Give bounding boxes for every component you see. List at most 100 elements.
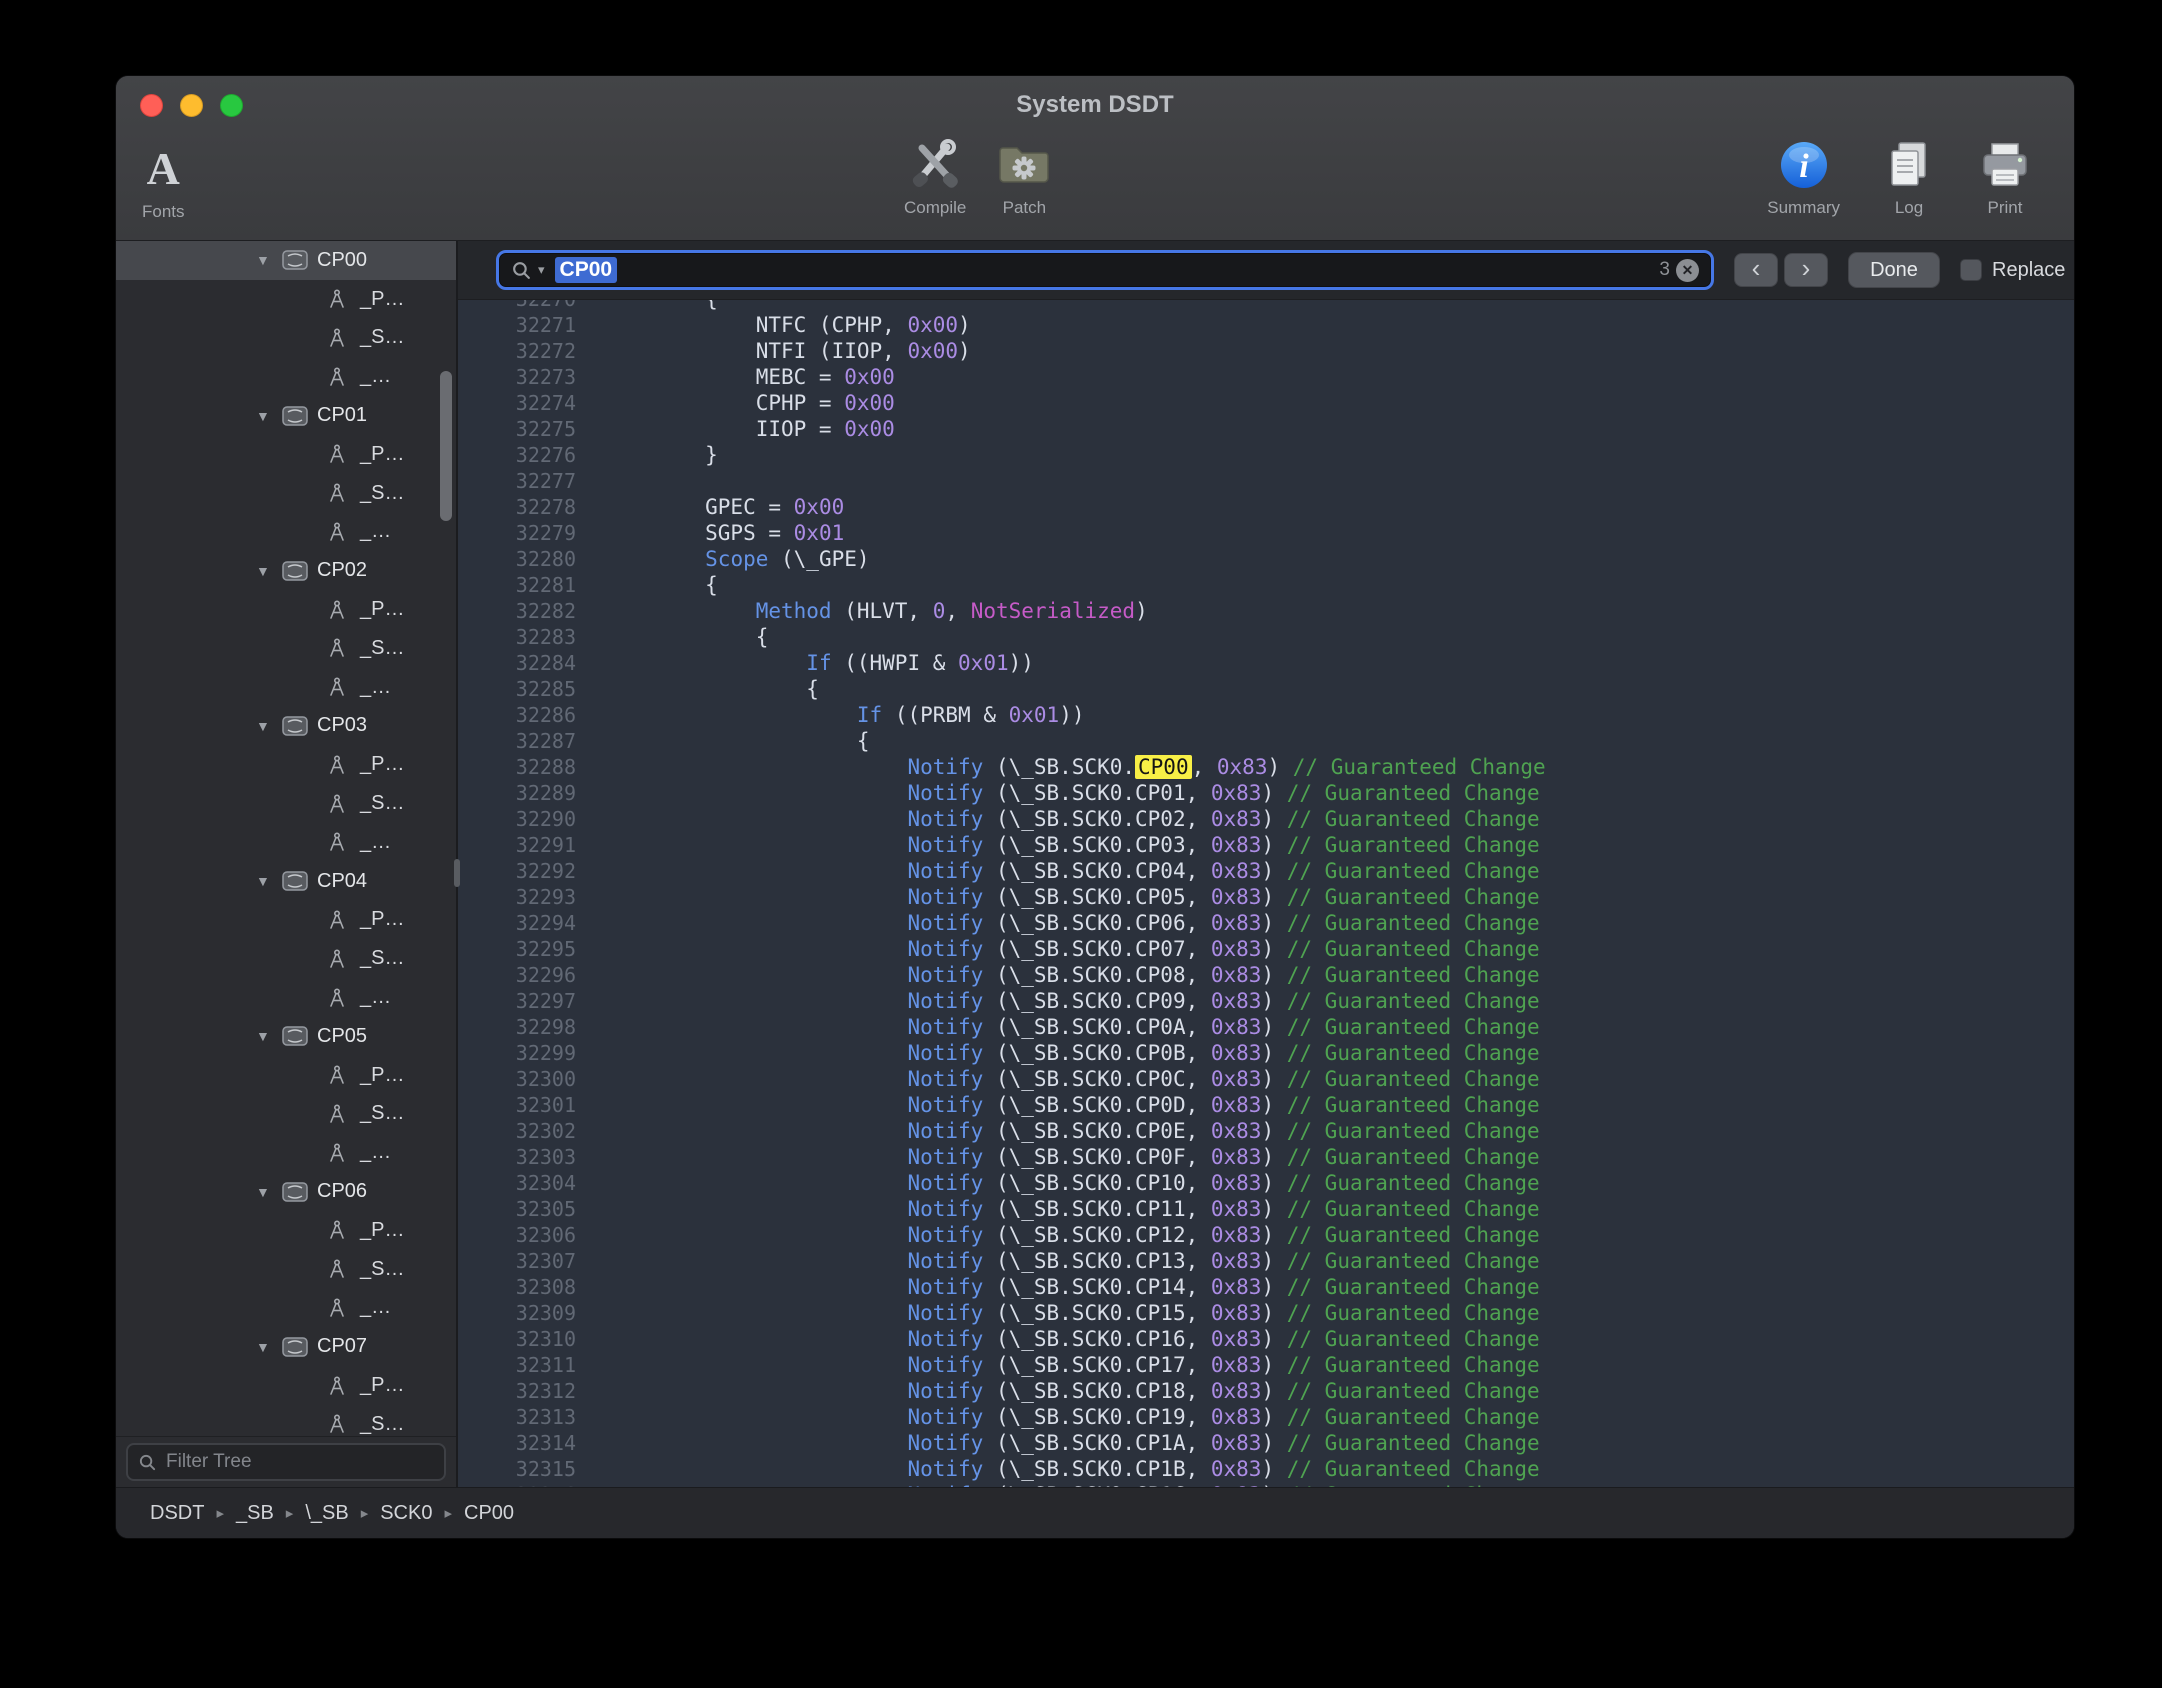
next-match-button[interactable]: › (1784, 253, 1828, 287)
filter-tree-input[interactable]: Filter Tree (126, 1443, 446, 1481)
code-line[interactable]: 32296 Notify (\_SB.SCK0.CP08, 0x83) // G… (458, 962, 2074, 988)
search-input[interactable]: ▾ CP00 3 ✕ (496, 250, 1714, 290)
tree-item-cp04[interactable]: ▼CP04 (116, 862, 456, 901)
code-line[interactable]: 32275 IIOP = 0x00 (458, 416, 2074, 442)
code-line[interactable]: 32276 } (458, 442, 2074, 468)
code-editor[interactable]: 32270 {32271 NTFC (CPHP, 0x00)32272 NTFI… (458, 300, 2074, 1487)
code-line[interactable]: 32301 Notify (\_SB.SCK0.CP0D, 0x83) // G… (458, 1092, 2074, 1118)
code-line[interactable]: 32285 { (458, 676, 2074, 702)
code-line[interactable]: 32277 (458, 468, 2074, 494)
tree-item-cp03[interactable]: ▼CP03 (116, 707, 456, 746)
code-line[interactable]: 32310 Notify (\_SB.SCK0.CP16, 0x83) // G… (458, 1326, 2074, 1352)
tree-child-item[interactable]: _S… (116, 319, 456, 358)
tree-child-item[interactable]: _P… (116, 280, 456, 319)
code-line[interactable]: 32304 Notify (\_SB.SCK0.CP10, 0x83) // G… (458, 1170, 2074, 1196)
code-line[interactable]: 32300 Notify (\_SB.SCK0.CP0C, 0x83) // G… (458, 1066, 2074, 1092)
code-line[interactable]: 32293 Notify (\_SB.SCK0.CP05, 0x83) // G… (458, 884, 2074, 910)
tree-child-item[interactable]: _… (116, 668, 456, 707)
tree-child-item[interactable]: _… (116, 823, 456, 862)
tree-child-item[interactable]: _… (116, 1289, 456, 1328)
clear-search-icon[interactable]: ✕ (1676, 259, 1699, 282)
tree-child-item[interactable]: _S… (116, 1250, 456, 1289)
code-line[interactable]: 32281 { (458, 572, 2074, 598)
code-line[interactable]: 32308 Notify (\_SB.SCK0.CP14, 0x83) // G… (458, 1274, 2074, 1300)
search-menu-caret-icon[interactable]: ▾ (538, 262, 545, 278)
disclosure-triangle-icon[interactable]: ▼ (256, 408, 282, 424)
code-line[interactable]: 32288 Notify (\_SB.SCK0.CP00, 0x83) // G… (458, 754, 2074, 780)
code-line[interactable]: 32287 { (458, 728, 2074, 754)
code-line[interactable]: 32274 CPHP = 0x00 (458, 390, 2074, 416)
tree-child-item[interactable]: _P… (116, 745, 456, 784)
code-line[interactable]: 32314 Notify (\_SB.SCK0.CP1A, 0x83) // G… (458, 1430, 2074, 1456)
code-line[interactable]: 32270 { (458, 300, 2074, 312)
code-line[interactable]: 32306 Notify (\_SB.SCK0.CP12, 0x83) // G… (458, 1222, 2074, 1248)
code-line[interactable]: 32307 Notify (\_SB.SCK0.CP13, 0x83) // G… (458, 1248, 2074, 1274)
breadcrumb-item[interactable]: \_SB (305, 1502, 348, 1525)
disclosure-triangle-icon[interactable]: ▼ (256, 718, 282, 734)
tree-item-cp06[interactable]: ▼CP06 (116, 1172, 456, 1211)
tree-child-item[interactable]: _… (116, 357, 456, 396)
summary-toolbar-button[interactable]: i Summary (1767, 134, 1840, 240)
tree-child-item[interactable]: _… (116, 978, 456, 1017)
disclosure-triangle-icon[interactable]: ▼ (256, 1028, 282, 1044)
done-button[interactable]: Done (1848, 252, 1940, 288)
code-line[interactable]: 32316 Notify (\_SB.SCK0.CP1C, 0x83) // G… (458, 1482, 2074, 1487)
code-line[interactable]: 32279 SGPS = 0x01 (458, 520, 2074, 546)
code-line[interactable]: 32302 Notify (\_SB.SCK0.CP0E, 0x83) // G… (458, 1118, 2074, 1144)
replace-checkbox[interactable] (1960, 259, 1982, 281)
tree-child-item[interactable]: _P… (116, 1056, 456, 1095)
code-line[interactable]: 32284 If ((HWPI & 0x01)) (458, 650, 2074, 676)
tree-child-item[interactable]: _S… (116, 1405, 456, 1436)
code-line[interactable]: 32283 { (458, 624, 2074, 650)
code-line[interactable]: 32312 Notify (\_SB.SCK0.CP18, 0x83) // G… (458, 1378, 2074, 1404)
disclosure-triangle-icon[interactable]: ▼ (256, 1339, 282, 1355)
code-line[interactable]: 32289 Notify (\_SB.SCK0.CP01, 0x83) // G… (458, 780, 2074, 806)
compile-toolbar-button[interactable]: Compile (904, 134, 966, 240)
code-line[interactable]: 32282 Method (HLVT, 0, NotSerialized) (458, 598, 2074, 624)
code-line[interactable]: 32303 Notify (\_SB.SCK0.CP0F, 0x83) // G… (458, 1144, 2074, 1170)
sidebar-scrollbar-thumb[interactable] (440, 371, 452, 521)
code-line[interactable]: 32286 If ((PRBM & 0x01)) (458, 702, 2074, 728)
tree-child-item[interactable]: _S… (116, 939, 456, 978)
disclosure-triangle-icon[interactable]: ▼ (256, 1184, 282, 1200)
disclosure-triangle-icon[interactable]: ▼ (256, 873, 282, 889)
tree-child-item[interactable]: _… (116, 1133, 456, 1172)
tree-item-cp02[interactable]: ▼CP02 (116, 551, 456, 590)
previous-match-button[interactable]: ‹ (1734, 253, 1778, 287)
disclosure-triangle-icon[interactable]: ▼ (256, 563, 282, 579)
code-line[interactable]: 32297 Notify (\_SB.SCK0.CP09, 0x83) // G… (458, 988, 2074, 1014)
code-line[interactable]: 32272 NTFI (IIOP, 0x00) (458, 338, 2074, 364)
tree-child-item[interactable]: _P… (116, 435, 456, 474)
disclosure-triangle-icon[interactable]: ▼ (256, 252, 282, 268)
code-line[interactable]: 32315 Notify (\_SB.SCK0.CP1B, 0x83) // G… (458, 1456, 2074, 1482)
code-line[interactable]: 32295 Notify (\_SB.SCK0.CP07, 0x83) // G… (458, 936, 2074, 962)
patch-toolbar-button[interactable]: Patch (996, 134, 1052, 240)
code-line[interactable]: 32290 Notify (\_SB.SCK0.CP02, 0x83) // G… (458, 806, 2074, 832)
code-line[interactable]: 32298 Notify (\_SB.SCK0.CP0A, 0x83) // G… (458, 1014, 2074, 1040)
code-line[interactable]: 32305 Notify (\_SB.SCK0.CP11, 0x83) // G… (458, 1196, 2074, 1222)
tree-child-item[interactable]: _P… (116, 901, 456, 940)
breadcrumb-item[interactable]: CP00 (464, 1502, 514, 1525)
code-line[interactable]: 32313 Notify (\_SB.SCK0.CP19, 0x83) // G… (458, 1404, 2074, 1430)
tree-child-item[interactable]: _P… (116, 1366, 456, 1405)
tree-item-cp07[interactable]: ▼CP07 (116, 1327, 456, 1366)
breadcrumb-item[interactable]: SCK0 (380, 1502, 432, 1525)
fonts-toolbar-button[interactable]: A Fonts (142, 138, 185, 222)
tree-item-cp00[interactable]: ▼CP00 (116, 241, 456, 280)
search-icon[interactable] (511, 260, 532, 281)
code-line[interactable]: 32309 Notify (\_SB.SCK0.CP15, 0x83) // G… (458, 1300, 2074, 1326)
print-toolbar-button[interactable]: Print (1978, 134, 2032, 240)
tree-child-item[interactable]: _P… (116, 1211, 456, 1250)
breadcrumb-item[interactable]: DSDT (150, 1502, 204, 1525)
code-line[interactable]: 32294 Notify (\_SB.SCK0.CP06, 0x83) // G… (458, 910, 2074, 936)
tree-item-cp01[interactable]: ▼CP01 (116, 396, 456, 435)
breadcrumb-item[interactable]: _SB (236, 1502, 274, 1525)
tree-child-item[interactable]: _S… (116, 784, 456, 823)
tree-item-cp05[interactable]: ▼CP05 (116, 1017, 456, 1056)
code-line[interactable]: 32292 Notify (\_SB.SCK0.CP04, 0x83) // G… (458, 858, 2074, 884)
log-toolbar-button[interactable]: Log (1882, 134, 1936, 240)
tree-child-item[interactable]: _P… (116, 590, 456, 629)
tree-child-item[interactable]: _S… (116, 1095, 456, 1134)
tree-child-item[interactable]: _S… (116, 474, 456, 513)
code-line[interactable]: 32291 Notify (\_SB.SCK0.CP03, 0x83) // G… (458, 832, 2074, 858)
